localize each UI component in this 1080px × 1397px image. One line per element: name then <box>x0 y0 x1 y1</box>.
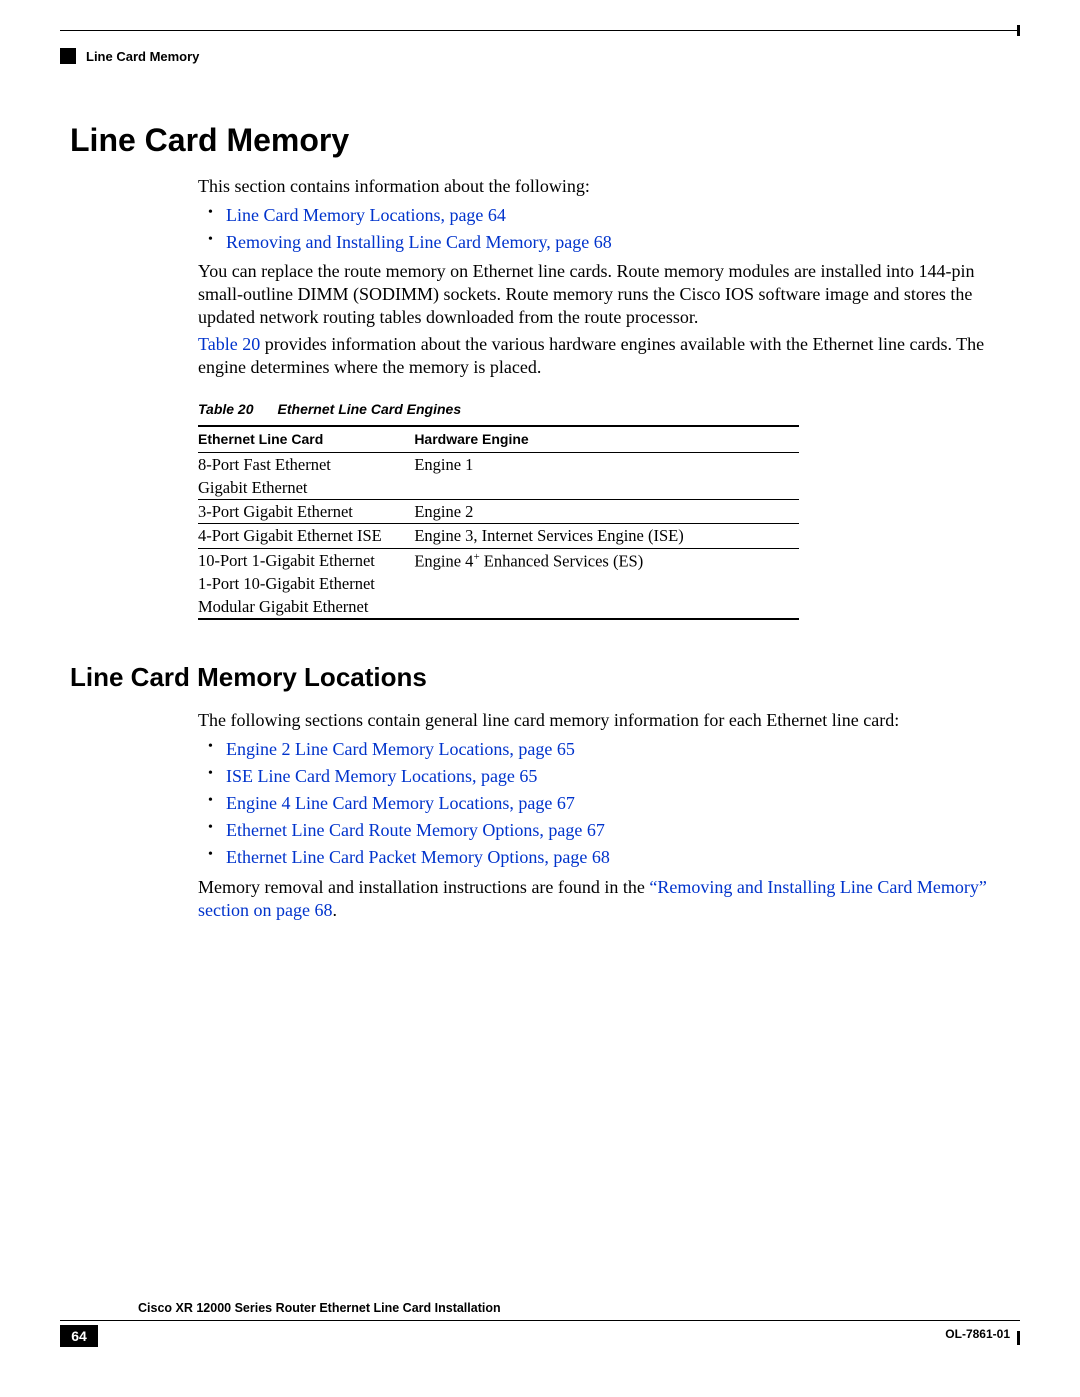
square-icon <box>60 48 76 64</box>
header-rule <box>60 30 1020 31</box>
link-engine4-locations[interactable]: Engine 4 Line Card Memory Locations, pag… <box>226 793 575 813</box>
table-row: Modular Gigabit Ethernet <box>198 595 799 619</box>
locations-intro: The following sections contain general l… <box>198 709 1010 732</box>
table-row: 1-Port 10-Gigabit Ethernet <box>198 572 799 595</box>
link-route-memory-options[interactable]: Ethernet Line Card Route Memory Options,… <box>226 820 605 840</box>
table-row: 10-Port 1-Gigabit Ethernet Engine 4+ Enh… <box>198 548 799 572</box>
page-number: 64 <box>60 1325 98 1347</box>
table-caption: Table 20 Ethernet Line Card Engines <box>198 401 1010 419</box>
table-row: 3-Port Gigabit Ethernet Engine 2 <box>198 500 799 524</box>
header-rule-endcap <box>1017 25 1020 36</box>
running-header: Line Card Memory <box>60 48 199 64</box>
doc-id: OL-7861-01 <box>945 1327 1010 1341</box>
closing-post: . <box>332 900 337 920</box>
link-memory-locations[interactable]: Line Card Memory Locations, page 64 <box>226 205 506 225</box>
link-table-20[interactable]: Table 20 <box>198 334 260 354</box>
intro-paragraph-1: You can replace the route memory on Ethe… <box>198 260 1010 329</box>
table-row: Gigabit Ethernet <box>198 476 799 500</box>
table-caption-label: Table 20 <box>198 401 254 417</box>
footer-rule <box>60 1320 1020 1321</box>
locations-closing: Memory removal and installation instruct… <box>198 876 1010 922</box>
heading-main: Line Card Memory <box>70 122 1010 159</box>
link-engine2-locations[interactable]: Engine 2 Line Card Memory Locations, pag… <box>226 739 575 759</box>
engine-table: Ethernet Line Card Hardware Engine 8-Por… <box>198 425 799 620</box>
footer-book-title: Cisco XR 12000 Series Router Ethernet Li… <box>138 1301 501 1315</box>
intro-paragraph-2-rest: provides information about the various h… <box>198 334 984 377</box>
intro-bullets: Line Card Memory Locations, page 64 Remo… <box>198 204 1010 254</box>
doc-id-endcap <box>1017 1331 1020 1345</box>
table-row: 8-Port Fast Ethernet Engine 1 <box>198 453 799 477</box>
table-header-col1: Ethernet Line Card <box>198 426 414 452</box>
locations-bullets: Engine 2 Line Card Memory Locations, pag… <box>198 738 1010 869</box>
link-packet-memory-options[interactable]: Ethernet Line Card Packet Memory Options… <box>226 847 610 867</box>
link-removing-installing[interactable]: Removing and Installing Line Card Memory… <box>226 232 612 252</box>
intro-paragraph-2: Table 20 provides information about the … <box>198 333 1010 379</box>
table-caption-title: Ethernet Line Card Engines <box>278 401 462 417</box>
running-title: Line Card Memory <box>86 49 199 64</box>
closing-pre: Memory removal and installation instruct… <box>198 877 649 897</box>
table-header-col2: Hardware Engine <box>414 426 799 452</box>
heading-sub: Line Card Memory Locations <box>70 662 1010 693</box>
link-ise-locations[interactable]: ISE Line Card Memory Locations, page 65 <box>226 766 537 786</box>
intro-line: This section contains information about … <box>198 175 1010 198</box>
table-row: 4-Port Gigabit Ethernet ISE Engine 3, In… <box>198 524 799 548</box>
